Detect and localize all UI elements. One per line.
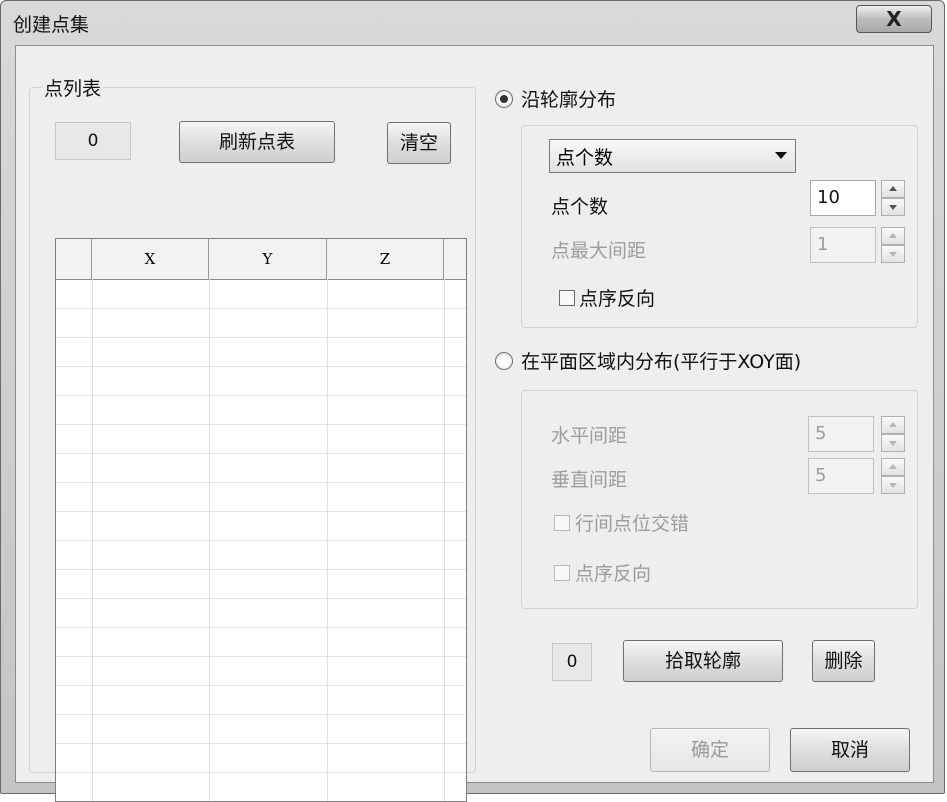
ok-button[interactable]: 确定 — [650, 728, 770, 772]
table-column-line — [92, 279, 93, 801]
table-row-line — [56, 511, 466, 512]
spin-up-icon[interactable] — [881, 227, 905, 245]
spin-up-icon[interactable] — [881, 416, 905, 434]
contour-distribution-label[interactable]: 沿轮廓分布 — [521, 85, 616, 112]
point-list-group: 点列表 0 刷新点表 清空 X Y Z — [29, 74, 476, 802]
spin-up-icon[interactable] — [881, 458, 905, 476]
close-button[interactable]: X — [856, 5, 932, 33]
title-bar: 创建点集 X — [1, 1, 944, 45]
table-row-line — [56, 395, 466, 396]
spin-up-icon[interactable] — [881, 180, 905, 198]
delete-button[interactable]: 删除 — [812, 640, 875, 682]
point-table-header: X Y Z — [56, 239, 466, 280]
contour-distribution-radio[interactable] — [495, 90, 513, 108]
horizontal-spacing-spinner[interactable] — [881, 416, 905, 452]
table-row-line — [56, 656, 466, 657]
spin-down-icon[interactable] — [881, 476, 905, 494]
table-header-x[interactable]: X — [92, 239, 209, 279]
table-header-extra — [444, 239, 466, 279]
vertical-spacing-spinner[interactable] — [881, 458, 905, 494]
stagger-rows-label[interactable]: 行间点位交错 — [575, 509, 689, 536]
table-header-index — [56, 239, 92, 279]
window-title: 创建点集 — [13, 14, 90, 36]
plane-reverse-label[interactable]: 点序反向 — [575, 559, 651, 586]
point-count-input[interactable]: 10 — [810, 180, 876, 216]
table-header-y[interactable]: Y — [209, 239, 327, 279]
horizontal-spacing-label: 水平间距 — [551, 425, 628, 447]
spin-down-icon[interactable] — [881, 245, 905, 263]
table-header-z[interactable]: Z — [327, 239, 444, 279]
dialog-window: 创建点集 X 点列表 0 刷新点表 清空 X Y Z 沿轮廓分布 点个数 点个数… — [0, 0, 945, 802]
table-row-line — [56, 308, 466, 309]
table-column-line — [444, 279, 445, 801]
point-count-label: 点个数 — [551, 196, 609, 218]
vertical-spacing-input[interactable]: 5 — [808, 458, 874, 494]
point-list-legend: 点列表 — [42, 74, 104, 101]
point-table[interactable]: X Y Z — [55, 238, 467, 802]
plane-reverse-checkbox[interactable] — [554, 565, 570, 581]
distribution-mode-value: 点个数 — [556, 147, 614, 169]
table-column-line — [327, 279, 328, 801]
chevron-down-icon — [775, 152, 787, 159]
dialog-client: 点列表 0 刷新点表 清空 X Y Z 沿轮廓分布 点个数 点个数 10 点最大… — [15, 45, 934, 802]
refresh-point-table-button[interactable]: 刷新点表 — [179, 121, 335, 163]
table-column-line — [209, 279, 210, 801]
table-row-line — [56, 685, 466, 686]
horizontal-spacing-input[interactable]: 5 — [808, 416, 874, 452]
table-row-line — [56, 743, 466, 744]
plane-group: 水平间距 5 垂直间距 5 行间点位交错 点序反向 — [521, 390, 918, 609]
table-row-line — [56, 424, 466, 425]
plane-distribution-radio[interactable] — [495, 352, 513, 370]
contour-reverse-checkbox[interactable] — [559, 290, 575, 306]
point-count-display: 0 — [55, 122, 131, 160]
max-spacing-input[interactable]: 1 — [810, 227, 876, 263]
table-row-line — [56, 540, 466, 541]
vertical-spacing-label: 垂直间距 — [551, 469, 628, 491]
point-count-spinner[interactable] — [881, 180, 905, 216]
stagger-rows-checkbox[interactable] — [554, 515, 570, 531]
spin-down-icon[interactable] — [881, 434, 905, 452]
table-row-line — [56, 569, 466, 570]
table-row-line — [56, 714, 466, 715]
contour-group: 点个数 点个数 10 点最大间距 1 点序反向 — [521, 125, 918, 328]
contour-reverse-label[interactable]: 点序反向 — [579, 284, 655, 311]
distribution-mode-select[interactable]: 点个数 — [549, 139, 796, 173]
table-row-line — [56, 598, 466, 599]
table-row-line — [56, 453, 466, 454]
table-row-line — [56, 627, 466, 628]
cancel-button[interactable]: 取消 — [790, 728, 910, 772]
close-icon: X — [886, 7, 902, 31]
pick-count-display: 0 — [552, 643, 592, 681]
plane-distribution-label[interactable]: 在平面区域内分布(平行于XOY面) — [521, 347, 801, 374]
max-spacing-label: 点最大间距 — [551, 240, 647, 262]
table-row-line — [56, 482, 466, 483]
clear-button[interactable]: 清空 — [387, 122, 451, 164]
table-row-line — [56, 772, 466, 773]
table-row-line — [56, 366, 466, 367]
spin-down-icon[interactable] — [881, 198, 905, 216]
pick-contour-button[interactable]: 拾取轮廓 — [623, 640, 783, 682]
max-spacing-spinner[interactable] — [881, 227, 905, 263]
table-row-line — [56, 337, 466, 338]
